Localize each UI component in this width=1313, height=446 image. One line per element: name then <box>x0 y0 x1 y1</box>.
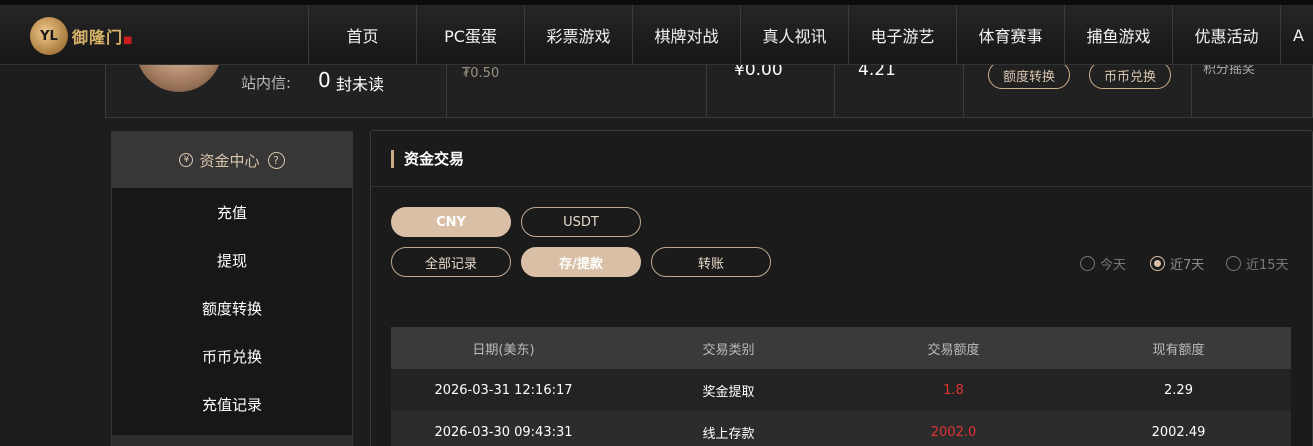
tab-all-records[interactable]: 全部记录 <box>391 247 511 277</box>
row-balance: 2002.49 <box>1151 424 1206 440</box>
tab-usdt[interactable]: USDT <box>521 207 641 237</box>
funds-sidebar: ¥ 资金中心 ? 充值 提现 额度转换 币币兑换 充值记录 <box>111 131 353 446</box>
nav-home[interactable]: 首页 <box>308 5 416 65</box>
column-header-balance: 现有额度 <box>1152 342 1205 358</box>
transactions-table: 日期(美东) 交易类别 交易额度 现有额度 2026-03-31 12:16:1… <box>391 327 1291 446</box>
sidebar-item-partial[interactable] <box>112 435 352 446</box>
radio-checked-icon <box>1150 256 1165 271</box>
nav-pc-egg[interactable]: PC蛋蛋 <box>416 5 524 65</box>
table-row: 2026-03-30 09:43:31 线上存款 2002.0 2002.49 <box>391 411 1291 446</box>
main-nav: 首页 PC蛋蛋 彩票游戏 棋牌对战 真人视讯 电子游艺 体育赛事 捕鱼游戏 优惠… <box>308 5 1313 65</box>
tab-transfer[interactable]: 转账 <box>651 247 771 277</box>
radio-icon <box>1226 256 1241 271</box>
coin-icon: ¥ <box>179 153 194 167</box>
logo-icon: YL <box>30 17 68 55</box>
row-type: 线上存款 <box>702 426 755 442</box>
row-amount: 2002.0 <box>930 424 977 440</box>
table-header: 日期(美东) 交易类别 交易额度 现有额度 <box>391 327 1291 369</box>
inbox-label: 站内信: <box>241 74 292 92</box>
logo-text: 御隆门■ <box>72 28 134 47</box>
row-balance: 2.29 <box>1164 382 1193 398</box>
nav-live-casino[interactable]: 真人视讯 <box>740 5 848 65</box>
quota-transfer-button[interactable]: 额度转换 <box>988 61 1071 89</box>
radio-icon <box>1080 256 1095 271</box>
tab-cny[interactable]: CNY <box>391 207 511 237</box>
site-logo[interactable]: YL 御隆门■ <box>30 15 133 57</box>
sidebar-item-coin-exchange[interactable]: 币币兑换 <box>112 332 352 380</box>
nav-slots[interactable]: 电子游艺 <box>848 5 956 65</box>
sidebar-item-withdraw[interactable]: 提现 <box>112 236 352 284</box>
table-row: 2026-03-31 12:16:17 奖金提取 1.8 2.29 <box>391 369 1291 411</box>
top-navbar: YL 御隆门■ 首页 PC蛋蛋 彩票游戏 棋牌对战 真人视讯 电子游艺 体育赛事… <box>0 0 1313 65</box>
coin-exchange-button[interactable]: 币币兑换 <box>1089 61 1172 89</box>
inbox-unread-label: 封未读 <box>336 75 385 94</box>
balance-small: ₮0.50 <box>462 66 500 81</box>
nav-more[interactable]: A <box>1280 5 1313 65</box>
sidebar-title: 资金中心 <box>199 151 260 170</box>
inbox-count[interactable]: 0 <box>318 68 331 92</box>
title-accent-bar <box>391 149 394 168</box>
column-header-date: 日期(美东) <box>472 342 535 358</box>
range-today[interactable]: 今天 <box>1080 254 1126 273</box>
tab-deposit-withdraw[interactable]: 存/提款 <box>521 247 641 277</box>
page-title: 资金交易 <box>404 150 465 168</box>
nav-sports[interactable]: 体育赛事 <box>956 5 1064 65</box>
column-header-type: 交易类别 <box>702 342 755 358</box>
nav-promotions[interactable]: 优惠活动 <box>1172 5 1280 65</box>
panel-header: 资金交易 <box>371 131 1312 187</box>
row-date: 2026-03-30 09:43:31 <box>434 424 573 440</box>
help-icon[interactable]: ? <box>267 151 285 169</box>
nav-lottery[interactable]: 彩票游戏 <box>524 5 632 65</box>
nav-chess-cards[interactable]: 棋牌对战 <box>632 5 740 65</box>
row-amount: 1.8 <box>943 382 964 398</box>
row-date: 2026-03-31 12:16:17 <box>434 382 573 398</box>
row-type: 奖金提取 <box>702 384 755 400</box>
nav-fishing[interactable]: 捕鱼游戏 <box>1064 5 1172 65</box>
column-header-amount: 交易额度 <box>927 342 980 358</box>
sidebar-item-deposit[interactable]: 充值 <box>112 188 352 236</box>
sidebar-header: ¥ 资金中心 ? <box>112 132 352 188</box>
sidebar-item-deposit-records[interactable]: 充值记录 <box>112 380 352 428</box>
transactions-panel: 资金交易 CNY USDT 全部记录 存/提款 转账 今天 近7天 近15天 日… <box>370 130 1313 446</box>
range-7-days[interactable]: 近7天 <box>1150 254 1204 273</box>
range-15-days[interactable]: 近15天 <box>1226 254 1289 273</box>
sidebar-item-quota-transfer[interactable]: 额度转换 <box>112 284 352 332</box>
